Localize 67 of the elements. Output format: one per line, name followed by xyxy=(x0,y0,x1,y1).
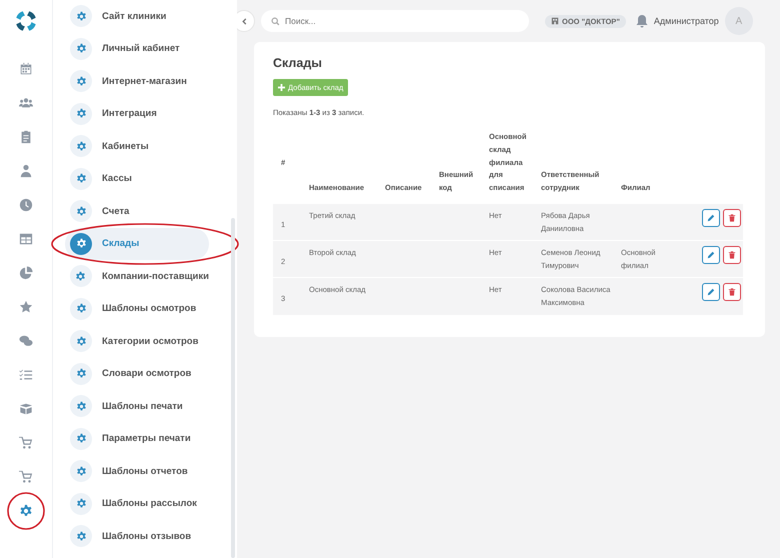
delete-button[interactable] xyxy=(723,208,741,227)
settings-menu-item[interactable]: Словари осмотров xyxy=(65,358,209,390)
settings-menu-item[interactable]: Кабинеты xyxy=(65,130,209,162)
gear-icon xyxy=(76,498,86,510)
edit-button[interactable] xyxy=(702,246,720,264)
delete-button[interactable] xyxy=(723,246,741,264)
gear-icon xyxy=(76,76,86,87)
settings-menu-item[interactable]: Интеграция xyxy=(65,98,209,130)
gear-icon xyxy=(76,336,86,347)
settings-menu-item[interactable]: Шаблоны рассылок xyxy=(65,488,209,520)
checklist-icon[interactable] xyxy=(19,368,33,382)
settings-menu-item[interactable]: Кассы xyxy=(65,162,209,195)
clock-icon[interactable] xyxy=(19,198,33,212)
building-icon xyxy=(551,17,559,25)
gear-icon xyxy=(76,466,86,477)
gear-icon xyxy=(76,10,86,22)
cart-icon[interactable] xyxy=(19,470,33,484)
settings-menu-item[interactable]: Параметры печати xyxy=(65,422,209,455)
clipboard-icon[interactable] xyxy=(19,130,33,144)
settings-menu-item[interactable]: Интернет-магазин xyxy=(65,65,209,98)
gear-icon xyxy=(76,140,86,152)
settings-menu-item[interactable]: Шаблоны печати xyxy=(65,390,209,422)
bell-icon[interactable] xyxy=(636,14,648,28)
page-title: Склады xyxy=(273,56,323,70)
pencil-icon xyxy=(707,214,715,222)
settings-menu-item[interactable]: Шаблоны отзывов xyxy=(65,520,209,552)
gear-icon[interactable] xyxy=(19,504,33,518)
settings-menu-item[interactable]: Шаблоны осмотров xyxy=(65,292,209,325)
gear-icon xyxy=(76,108,86,120)
user-name[interactable]: Администратор xyxy=(654,16,719,26)
gear-icon xyxy=(76,303,86,314)
person-icon[interactable] xyxy=(19,164,33,178)
gear-icon xyxy=(76,238,86,250)
delete-button[interactable] xyxy=(723,283,741,302)
calendar-icon[interactable] xyxy=(19,62,33,76)
gear-icon xyxy=(76,43,86,54)
star-icon[interactable] xyxy=(19,300,33,314)
search-icon xyxy=(271,16,280,26)
settings-menu-item[interactable]: Компании-поставщики xyxy=(65,260,209,292)
gear-icon xyxy=(76,400,86,412)
gear-icon xyxy=(76,530,86,542)
search-field[interactable]: Поиск... xyxy=(261,10,529,32)
trash-icon xyxy=(728,251,736,259)
chat-icon[interactable] xyxy=(19,334,33,348)
box-icon[interactable] xyxy=(19,402,33,416)
settings-menu-item[interactable]: Личный кабинет xyxy=(65,32,209,65)
gear-icon xyxy=(75,270,86,282)
table-icon[interactable] xyxy=(19,232,33,246)
trash-icon xyxy=(728,288,736,296)
edit-button[interactable] xyxy=(702,283,720,302)
settings-menu-item[interactable]: Сайт клиники xyxy=(65,0,209,32)
pencil-icon xyxy=(707,288,715,296)
gear-icon xyxy=(76,368,86,380)
pencil-icon xyxy=(707,251,715,259)
edit-button[interactable] xyxy=(702,208,720,227)
settings-menu-item[interactable]: Категории осмотров xyxy=(65,325,209,358)
cart-icon[interactable] xyxy=(19,436,33,450)
settings-menu-item[interactable]: Счета xyxy=(65,195,209,228)
gear-icon xyxy=(76,206,86,217)
chevron-left-icon xyxy=(240,18,248,24)
gear-icon xyxy=(76,173,86,184)
trash-icon xyxy=(728,214,736,222)
plus-icon xyxy=(278,84,285,91)
settings-menu-item[interactable]: Шаблоны отчетов xyxy=(65,455,209,488)
users-icon[interactable] xyxy=(19,96,33,110)
chart-icon[interactable] xyxy=(19,266,33,280)
gear-icon xyxy=(76,433,86,444)
